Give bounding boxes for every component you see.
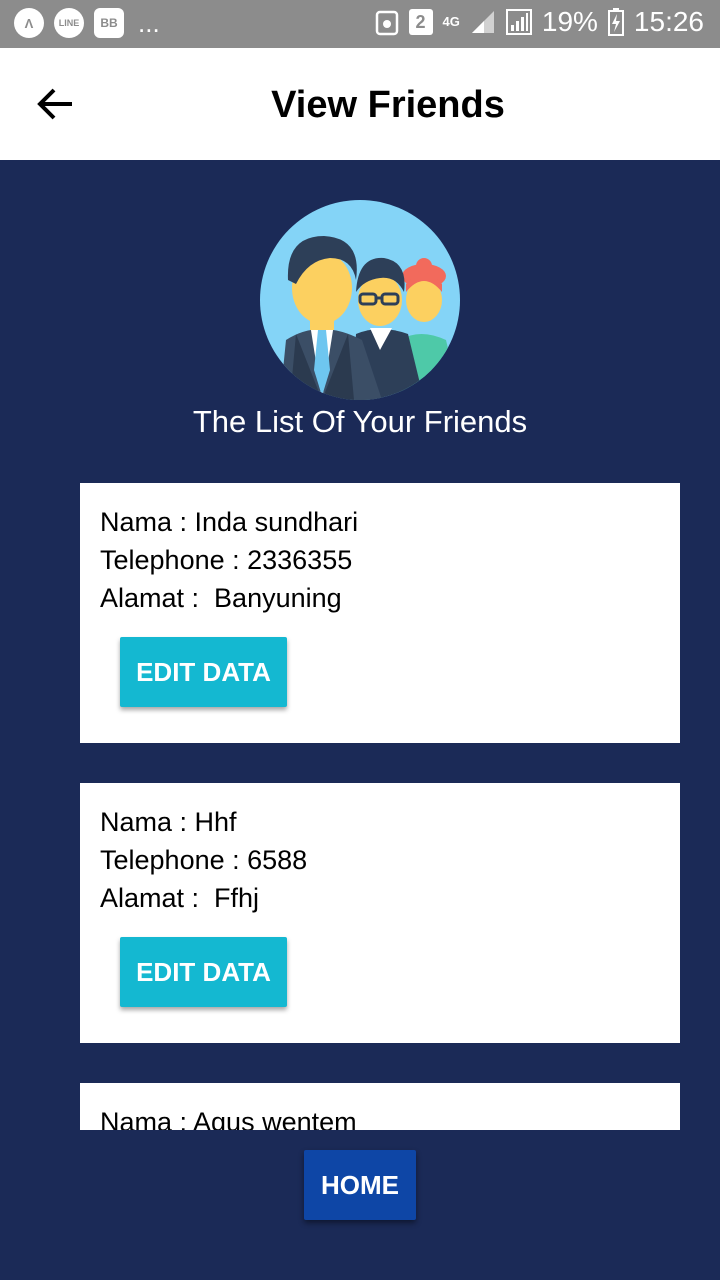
line-app-icon: LINE <box>54 8 84 38</box>
battery-icon <box>607 8 624 36</box>
battery-percent: 19% <box>541 6 598 37</box>
notification-icons: Λ LINE BB ... <box>14 8 160 38</box>
friend-address: Alamat : Banyuning <box>100 583 342 613</box>
edit-data-button[interactable]: EDIT DATA <box>120 637 287 707</box>
list-heading: The List Of Your Friends <box>192 404 528 439</box>
friends-list[interactable]: Nama : Inda sundhari Telephone : 2336355… <box>80 483 680 1130</box>
friends-group-icon <box>260 200 460 400</box>
friend-telephone: Telephone : 6588 <box>100 845 308 875</box>
network-type-icon: 4G <box>442 14 460 29</box>
friend-telephone: Telephone : 2336355 <box>100 545 353 575</box>
sim-2-icon: 2 <box>408 9 433 35</box>
friend-name: Nama : Inda sundhari <box>100 507 359 537</box>
signal-icon-1 <box>471 11 494 33</box>
friend-card: Nama : Agus wentem <box>80 1083 680 1130</box>
status-bar: Λ LINE BB ... 2 4G 19% 15:26 <box>0 0 720 48</box>
home-button[interactable]: HOME <box>304 1150 416 1220</box>
app-bar: View Friends <box>0 48 720 160</box>
app-notification-icon: Λ <box>14 8 44 38</box>
friend-card: Nama : Hhf Telephone : 6588 Alamat : Ffh… <box>80 783 680 1043</box>
signal-icon-2 <box>505 9 532 35</box>
friend-name: Nama : Agus wentem <box>100 1107 357 1130</box>
friend-name: Nama : Hhf <box>100 807 237 837</box>
more-notifications-icon: ... <box>138 8 160 38</box>
bbm-app-icon: BB <box>94 8 124 38</box>
friend-address: Alamat : Ffhj <box>100 883 260 913</box>
page-title: View Friends <box>271 84 505 126</box>
edit-data-button[interactable]: EDIT DATA <box>120 937 287 1007</box>
friend-card: Nama : Inda sundhari Telephone : 2336355… <box>80 483 680 743</box>
recycle-icon <box>375 10 398 36</box>
clock: 15:26 <box>633 6 704 37</box>
system-icons: 2 4G 19% 15:26 <box>375 6 704 38</box>
